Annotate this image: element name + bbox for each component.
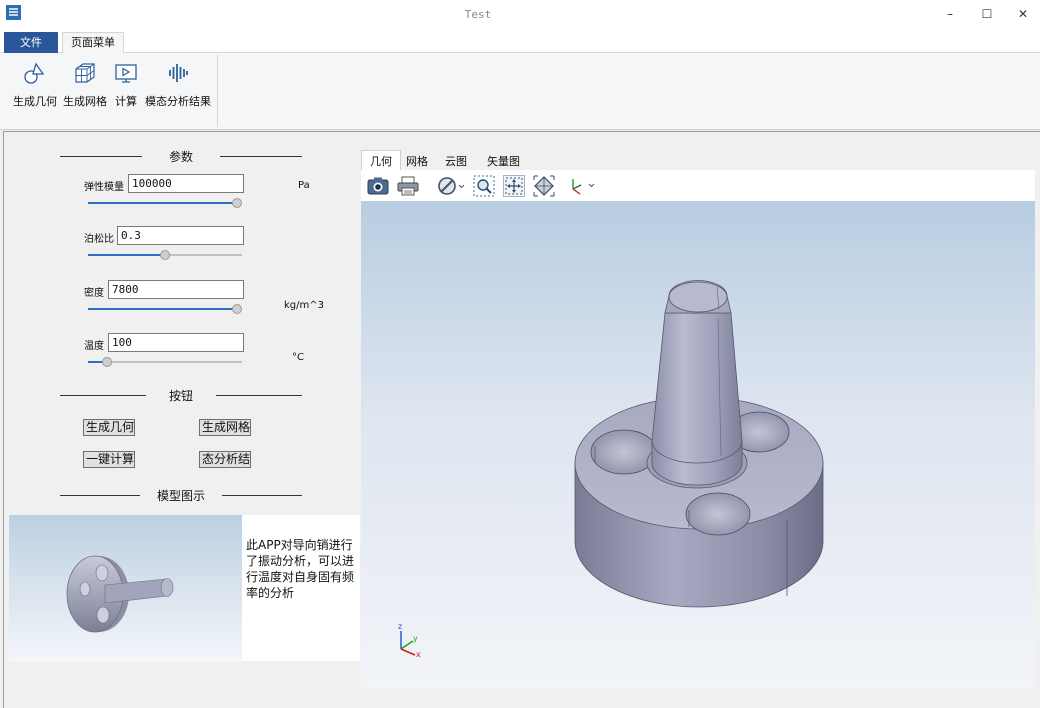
guide-pin-model	[574, 280, 824, 608]
temperature-unit: °C	[292, 352, 304, 363]
tab-mesh[interactable]: 网格	[406, 153, 428, 169]
one-click-compute-button[interactable]: 一键计算	[83, 451, 135, 468]
density-slider[interactable]	[88, 304, 242, 314]
guide-pin-thumbnail	[66, 555, 174, 633]
hide-dropdown-button[interactable]	[437, 175, 465, 197]
zoom-extents-button[interactable]	[503, 175, 525, 197]
waveform-icon	[169, 64, 188, 82]
slider-fill	[88, 202, 237, 204]
zoom-box-icon	[473, 175, 495, 197]
axes-icon	[572, 179, 595, 195]
buttons-section-header: 按钮	[60, 387, 302, 403]
3d-viewport[interactable]: z y x	[361, 201, 1035, 689]
print-button[interactable]	[397, 175, 419, 197]
divider	[60, 156, 142, 157]
camera-icon	[367, 177, 389, 195]
close-button[interactable]: ✕	[1008, 4, 1038, 26]
geometry-shapes-icon	[24, 62, 45, 84]
mesh-cube-icon	[75, 63, 95, 83]
density-unit: kg/m^3	[284, 300, 324, 311]
minimize-button[interactable]: –	[935, 4, 965, 26]
ribbon-button-label: 生成网格	[63, 95, 107, 108]
generate-mesh-button[interactable]: 生成网格	[199, 419, 251, 436]
ribbon-button-label: 生成几何	[13, 95, 57, 108]
tab-vector[interactable]: 矢量图	[487, 153, 520, 169]
poisson-ratio-input[interactable]: 0.3	[117, 226, 244, 245]
zoom-box-button[interactable]	[473, 175, 495, 197]
maximize-button[interactable]: ☐	[972, 4, 1002, 26]
ribbon-compute-button[interactable]: 计算	[112, 59, 140, 109]
ribbon-panel: 生成几何 生成网格 计算 模态分析结果	[0, 53, 1040, 130]
zoom-extents-icon	[505, 177, 523, 195]
param-label-density: 密度	[84, 288, 104, 299]
slider-thumb[interactable]	[160, 250, 170, 260]
param-label-elastic-modulus: 弹性模量	[84, 182, 124, 193]
axis-y-label: y	[413, 634, 418, 643]
slider-fill	[88, 254, 165, 256]
temperature-input[interactable]: 100	[108, 333, 244, 352]
compute-play-icon	[115, 64, 137, 83]
view-toolbar	[361, 170, 1035, 201]
slider-thumb[interactable]	[232, 198, 242, 208]
param-label-temperature: 温度	[84, 341, 104, 352]
params-section-header: 参数	[60, 148, 302, 164]
main-area: 参数 弹性模量 100000 Pa 泊松比 0.3 密度 7800 kg/m^3	[3, 131, 1040, 708]
elastic-modulus-input[interactable]: 100000	[128, 174, 244, 193]
elastic-modulus-slider[interactable]	[88, 198, 242, 208]
divider	[60, 495, 140, 496]
divider	[60, 395, 146, 396]
poisson-ratio-slider[interactable]	[88, 250, 242, 260]
buttons-section-title: 按钮	[168, 389, 193, 403]
ribbon-tab-row: 文件 页面菜单	[0, 30, 1040, 54]
params-section-title: 参数	[168, 150, 193, 164]
ribbon-button-label: 计算	[115, 95, 137, 108]
divider	[220, 156, 302, 157]
screenshot-button[interactable]	[367, 175, 389, 197]
slider-thumb[interactable]	[232, 304, 242, 314]
tab-geometry[interactable]: 几何	[361, 150, 401, 172]
ribbon-generate-geometry-button[interactable]: 生成几何	[12, 59, 58, 109]
modal-analysis-results-button[interactable]: 态分析结	[199, 451, 251, 468]
axes-dropdown-button[interactable]	[567, 175, 595, 197]
window-title: Test	[464, 8, 492, 21]
app-window: Test – ☐ ✕ 文件 页面菜单 生成几何 生成网格 计算 模态分析结果 参…	[0, 0, 1040, 708]
axis-z-label: z	[398, 622, 402, 631]
model-preview-image	[9, 515, 242, 662]
ribbon-separator	[217, 55, 218, 127]
title-bar: Test – ☐ ✕	[0, 0, 1040, 30]
slider-fill	[88, 308, 237, 310]
axes-triad: z y x	[398, 622, 421, 659]
density-input[interactable]: 7800	[108, 280, 244, 299]
param-label-poisson-ratio: 泊松比	[84, 234, 114, 245]
tab-contour[interactable]: 云图	[445, 153, 467, 169]
model-section-title: 模型图示	[156, 489, 205, 503]
temperature-slider[interactable]	[88, 357, 242, 367]
hide-icon	[438, 177, 465, 195]
model-section-header: 模型图示	[60, 487, 302, 503]
print-icon	[397, 176, 419, 196]
ribbon-modal-results-button[interactable]: 模态分析结果	[145, 59, 211, 109]
axis-x-label: x	[416, 650, 421, 659]
slider-thumb[interactable]	[102, 357, 113, 367]
divider	[222, 495, 302, 496]
fit-view-button[interactable]	[533, 175, 555, 197]
elastic-modulus-unit: Pa	[298, 180, 310, 191]
ribbon-button-label: 模态分析结果	[145, 95, 211, 108]
tab-page-menu[interactable]: 页面菜单	[62, 32, 124, 54]
divider	[216, 395, 302, 396]
generate-geometry-button[interactable]: 生成几何	[83, 419, 135, 436]
ribbon-generate-mesh-button[interactable]: 生成网格	[62, 59, 108, 109]
tab-file[interactable]: 文件	[4, 32, 58, 53]
fit-view-icon	[533, 175, 555, 197]
model-description: 此APP对导向销进行了振动分析，可以进行温度对自身固有频率的分析	[242, 515, 360, 661]
